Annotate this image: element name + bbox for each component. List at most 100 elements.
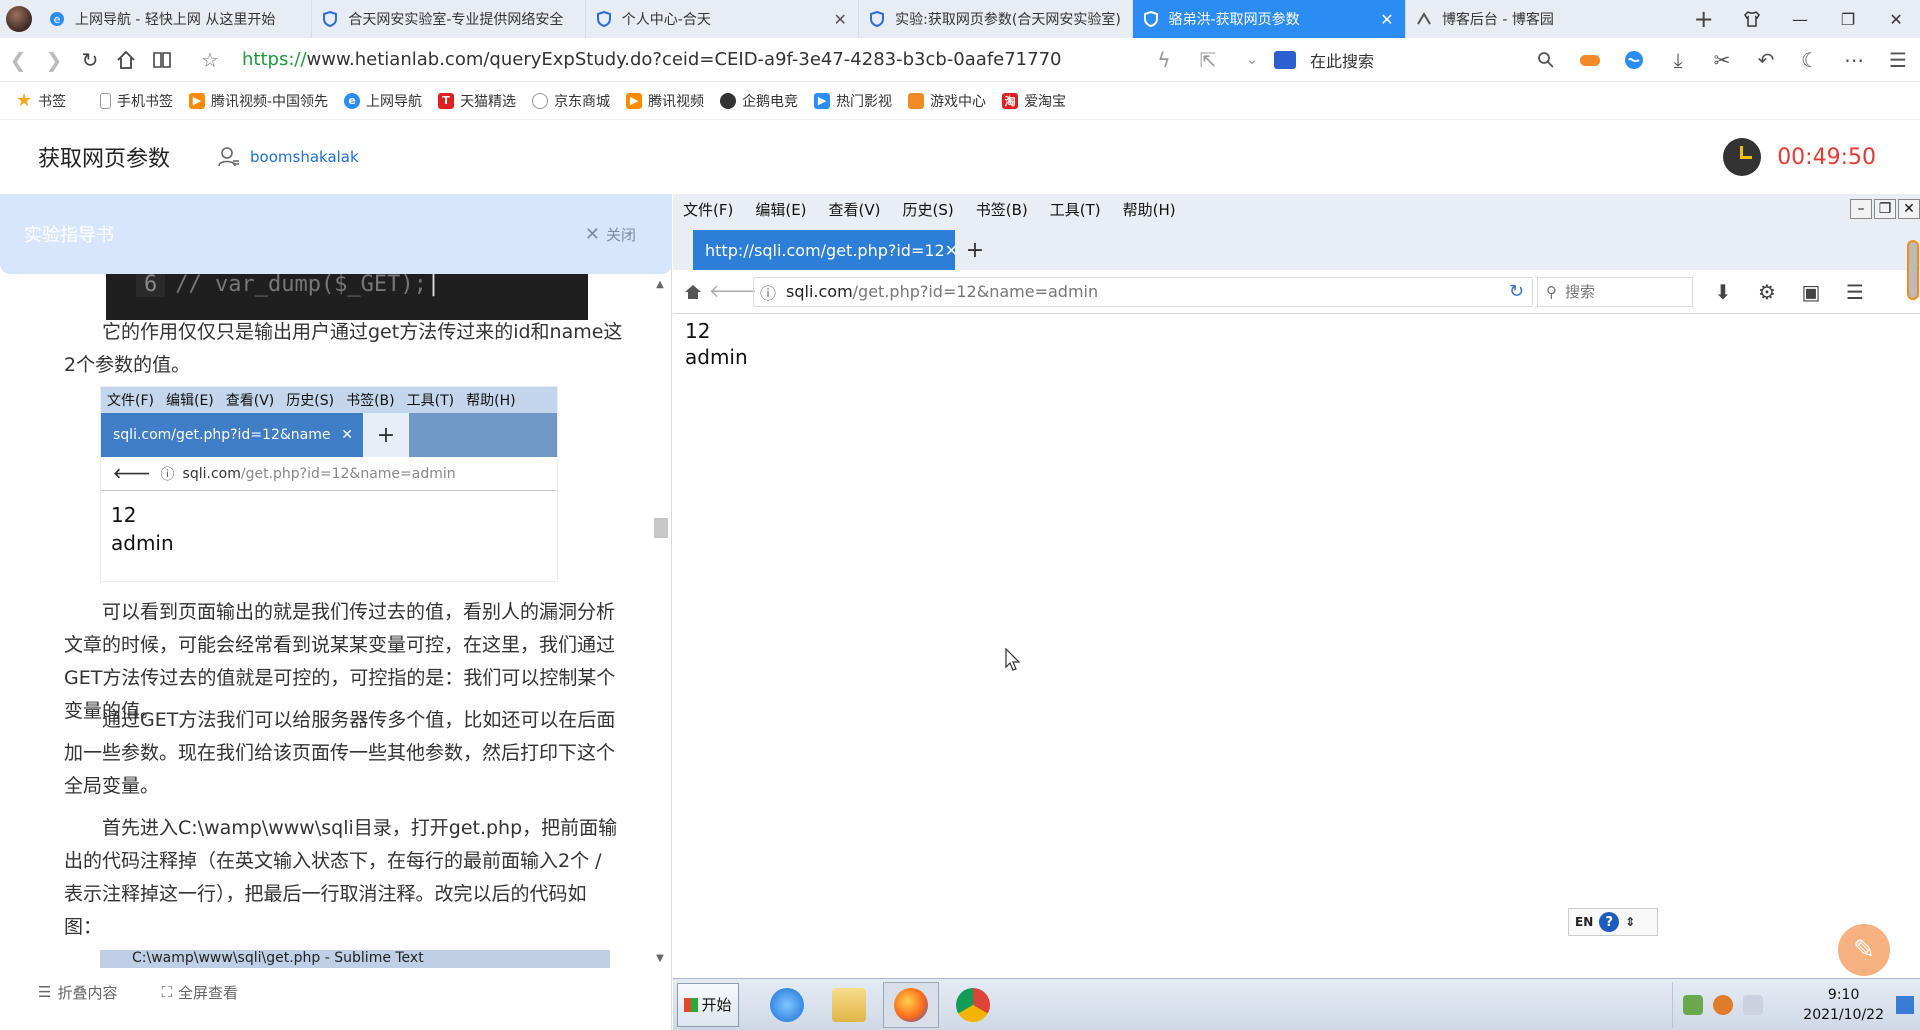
settings-icon[interactable]: ⚙ bbox=[1745, 272, 1789, 312]
sidebar-icon[interactable]: ▣ bbox=[1789, 272, 1833, 312]
close-icon[interactable]: ✕ bbox=[945, 241, 955, 260]
bookmark-item[interactable]: T 天猫精选 bbox=[438, 91, 516, 111]
moon-icon[interactable]: ☾ bbox=[1788, 42, 1832, 78]
close-icon[interactable]: ✕ bbox=[1379, 10, 1395, 29]
bookmark-item[interactable]: ▶ 腾讯视频 bbox=[626, 91, 704, 111]
remote-search-input[interactable]: ⚲ 搜索 bbox=[1537, 276, 1693, 307]
undo-icon[interactable]: ↶ bbox=[1744, 42, 1788, 78]
home-button[interactable] bbox=[108, 42, 144, 78]
taskbar-ie[interactable] bbox=[759, 982, 815, 1028]
search-tray-icon[interactable] bbox=[1713, 994, 1734, 1015]
browser-tab-5[interactable]: 博客后台 - 博客园 bbox=[1406, 0, 1679, 38]
remote-url-field[interactable]: ⓘ sqli.com/get.php?id=12&name=admin ↻ bbox=[753, 276, 1533, 307]
bookmark-star-icon[interactable]: ☆ bbox=[192, 42, 228, 78]
scroll-down-icon[interactable]: ▼ bbox=[650, 948, 670, 968]
menu-tools[interactable]: 工具(T) bbox=[1050, 199, 1101, 220]
browser-tab-3[interactable]: 实验:获取网页参数(合天网安实验室) bbox=[859, 0, 1133, 38]
back-button[interactable]: ❮ bbox=[0, 42, 36, 78]
shirt-icon[interactable] bbox=[1728, 0, 1776, 38]
extension-icon[interactable] bbox=[1612, 42, 1656, 78]
ime-options-icon[interactable]: ⇕ bbox=[1619, 915, 1641, 929]
bookmark-item[interactable]: 企鹅电竞 bbox=[720, 91, 798, 111]
profile-avatar[interactable] bbox=[0, 0, 39, 38]
menu-file[interactable]: 文件(F) bbox=[683, 199, 733, 220]
download-icon[interactable]: ⬇ bbox=[1701, 272, 1745, 312]
menu-icon[interactable]: ☰ bbox=[1876, 42, 1920, 78]
browser-tab-2[interactable]: 个人中心-合天 ✕ bbox=[586, 0, 860, 38]
minimize-icon[interactable]: – bbox=[1850, 199, 1872, 219]
bookmark-item[interactable]: 游戏中心 bbox=[908, 91, 986, 111]
remote-tab[interactable]: http://sqli.com/get.php?id=12 ✕ bbox=[693, 230, 955, 270]
taskbar-explorer[interactable] bbox=[821, 982, 877, 1028]
menu-help[interactable]: 帮助(H) bbox=[1123, 199, 1176, 220]
help-icon[interactable]: ? bbox=[1599, 912, 1620, 932]
ime-indicator[interactable]: EN ? ⇕ bbox=[1568, 908, 1658, 936]
remote-scrollbar[interactable] bbox=[1907, 240, 1919, 300]
volume-icon[interactable] bbox=[1743, 994, 1764, 1015]
remote-desktop[interactable]: 文件(F) 编辑(E) 查看(V) 历史(S) 书签(B) 工具(T) 帮助(H… bbox=[673, 194, 1920, 1030]
guide-header: 实验指导书 ✕ 关闭 bbox=[0, 194, 672, 274]
user-link[interactable]: boomshakalak bbox=[218, 146, 359, 168]
bookmark-item[interactable]: ▶ 腾讯视频-中国领先 bbox=[189, 91, 328, 111]
close-icon[interactable]: ✕ bbox=[1898, 199, 1920, 219]
guide-content: 6// var_dump($_GET);| 它的作用仅仅只是输出用户通过get方… bbox=[0, 274, 660, 968]
bookmark-item[interactable]: 京东商城 bbox=[532, 91, 610, 111]
lightning-icon[interactable]: ϟ bbox=[1142, 42, 1186, 78]
window-controls: — ❐ ✕ bbox=[1728, 0, 1920, 38]
tools-fab-icon[interactable]: ✎ bbox=[1838, 924, 1890, 976]
home-icon[interactable] bbox=[673, 272, 713, 312]
bookmarks-bar: ★ 书签 手机书签 ▶ 腾讯视频-中国领先 e 上网导航 T 天猫精选 京东商城 ▶ 腾讯… bbox=[0, 82, 1920, 120]
menu-edit[interactable]: 编辑(E) bbox=[755, 199, 806, 220]
collapse-button[interactable]: ☰ 折叠内容 bbox=[38, 982, 117, 1003]
bookmark-item[interactable]: ★ 书签 bbox=[16, 90, 66, 111]
restore-icon[interactable]: ❐ bbox=[1824, 0, 1872, 38]
menu-view[interactable]: 查看(V) bbox=[829, 199, 881, 220]
download-icon[interactable]: ⤓ bbox=[1656, 42, 1700, 78]
browser-tab-1[interactable]: 合天网安实验室-专业提供网络安全 bbox=[312, 0, 586, 38]
gamepad-icon[interactable] bbox=[1568, 42, 1612, 78]
back-icon[interactable]: 🡐 bbox=[709, 272, 757, 312]
share-icon[interactable]: ⇱ bbox=[1186, 42, 1230, 78]
search-input[interactable]: 在此搜索 bbox=[1274, 48, 1524, 72]
taskbar-firefox[interactable] bbox=[883, 981, 939, 1028]
start-button[interactable]: 开始 bbox=[677, 982, 739, 1027]
menu-history[interactable]: 历史(S) bbox=[903, 199, 954, 220]
menu-icon[interactable]: ☰ bbox=[1833, 272, 1877, 312]
guide-close-button[interactable]: ✕ 关闭 bbox=[585, 224, 636, 245]
new-tab-button[interactable]: + bbox=[955, 230, 995, 270]
new-tab-button[interactable]: + bbox=[1679, 0, 1728, 38]
close-window-icon[interactable]: ✕ bbox=[1872, 0, 1920, 38]
bookmark-item[interactable]: 手机书签 bbox=[100, 91, 173, 111]
info-icon: ⓘ bbox=[760, 283, 777, 303]
reload-icon[interactable]: ↻ bbox=[1509, 281, 1524, 302]
browser-tab-4[interactable]: 骆弟洪-获取网页参数 ✕ bbox=[1132, 0, 1406, 38]
bookmark-item[interactable]: e 上网导航 bbox=[344, 91, 422, 111]
browser-tab-0[interactable]: e 上网导航 - 轻快上网 从这里开始 bbox=[39, 0, 313, 38]
scroll-up-icon[interactable]: ▲ bbox=[650, 274, 670, 294]
taskbar-clock[interactable]: 9:10 2021/10/22 bbox=[1803, 985, 1884, 1025]
reload-button[interactable]: ↻ bbox=[72, 42, 108, 78]
forward-button[interactable]: ❯ bbox=[36, 42, 72, 78]
close-icon[interactable]: ✕ bbox=[832, 10, 848, 29]
figure-output: 12 admin bbox=[111, 503, 174, 555]
network-icon[interactable] bbox=[1683, 994, 1704, 1015]
restore-icon[interactable]: ❐ bbox=[1874, 199, 1896, 219]
more-icon[interactable]: ⋯ bbox=[1832, 42, 1876, 78]
system-tray: 9:10 2021/10/22 bbox=[1672, 981, 1920, 1028]
bookmark-item[interactable]: 淘爱淘宝 bbox=[1002, 91, 1066, 111]
url-field[interactable]: https://www.hetianlab.com/queryExpStudy.… bbox=[242, 49, 1062, 70]
minimize-icon[interactable]: — bbox=[1776, 0, 1824, 38]
mouse-cursor-icon bbox=[1005, 648, 1021, 671]
fullscreen-button[interactable]: ⛶ 全屏查看 bbox=[161, 982, 238, 1003]
chevron-down-icon[interactable]: ⌄ bbox=[1230, 42, 1274, 78]
menu-bookmarks[interactable]: 书签(B) bbox=[976, 199, 1028, 220]
scissors-icon[interactable]: ✂ bbox=[1700, 42, 1744, 78]
scroll-thumb[interactable] bbox=[654, 518, 668, 538]
search-engine-icon[interactable] bbox=[1274, 50, 1296, 69]
search-icon[interactable] bbox=[1524, 42, 1568, 78]
show-desktop-icon[interactable] bbox=[1896, 995, 1914, 1014]
guide-scrollbar[interactable]: ▲ ▼ bbox=[650, 274, 670, 968]
reader-icon[interactable] bbox=[144, 42, 180, 78]
bookmark-item[interactable]: ▶ 热门影视 bbox=[814, 91, 892, 111]
taskbar-chrome[interactable] bbox=[945, 982, 1001, 1028]
